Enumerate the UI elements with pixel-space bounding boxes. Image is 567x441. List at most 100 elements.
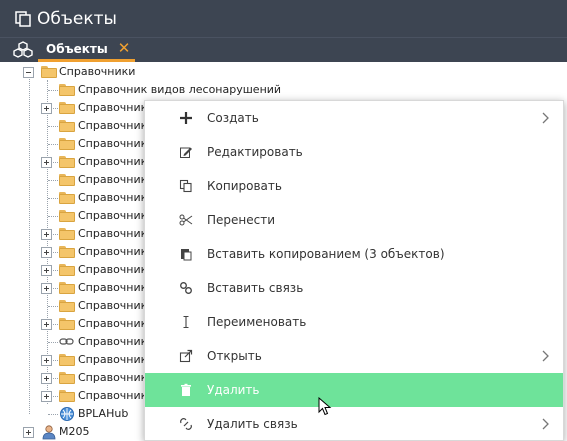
expand-icon[interactable] <box>41 391 52 402</box>
tab-bar: Объекты ✕ <box>0 37 567 62</box>
tree-item-label: Справочник <box>78 101 148 114</box>
expand-icon[interactable] <box>41 355 52 366</box>
expand-icon[interactable] <box>41 247 52 258</box>
close-icon[interactable]: ✕ <box>117 39 131 57</box>
menu-item-edit[interactable]: Редактировать <box>145 135 563 169</box>
tree-connector <box>48 144 58 145</box>
expand-icon[interactable] <box>41 229 52 240</box>
tree-row[interactable]: Справочники <box>0 63 567 81</box>
menu-item-open[interactable]: Открыть <box>145 339 563 373</box>
folder-icon <box>59 156 75 168</box>
folder-icon <box>59 138 75 150</box>
link-icon <box>59 338 74 345</box>
user-icon <box>42 425 56 440</box>
chevron-right-icon <box>542 112 549 124</box>
scissors-icon <box>179 214 193 226</box>
tree-item-label: Справочник <box>78 155 148 168</box>
text-cursor-icon <box>183 315 189 329</box>
expand-icon[interactable] <box>41 283 52 294</box>
folder-icon <box>59 210 75 222</box>
tree-item-label: Справочник <box>78 389 148 402</box>
menu-item-label: Перенести <box>207 213 276 227</box>
unlink-icon <box>180 418 192 430</box>
menu-item-label: Удалить связь <box>207 417 298 431</box>
expand-icon[interactable] <box>23 427 34 438</box>
tree-connector <box>48 306 58 307</box>
tree-item-label: Справочник <box>78 299 148 312</box>
tree-connector <box>48 180 58 181</box>
tree-item-label: Справочники <box>59 65 136 78</box>
open-icon <box>179 349 193 363</box>
copy-icon <box>179 179 192 193</box>
hub-icon <box>60 407 74 421</box>
tree-item-label: Справочник <box>78 263 148 276</box>
tree-item-label: Справочник видов лесонарушений <box>78 83 282 96</box>
tree-item-label: Справочник <box>78 173 148 186</box>
folder-icon <box>59 300 75 312</box>
tab-objects-label: Объекты <box>46 42 108 56</box>
tree-connector <box>48 216 58 217</box>
menu-item-copy[interactable]: Копировать <box>145 169 563 203</box>
tree-connector <box>48 414 58 415</box>
window-copy-icon <box>15 11 31 27</box>
folder-icon <box>59 354 75 366</box>
window-title: Объекты <box>37 9 117 29</box>
tree-item-label: Справочник <box>78 353 148 366</box>
expand-icon[interactable] <box>41 103 52 114</box>
expand-icon[interactable] <box>41 157 52 168</box>
window-titlebar: Объекты <box>0 0 567 37</box>
plus-icon <box>180 112 192 124</box>
menu-item-label: Копировать <box>207 179 282 193</box>
folder-icon <box>59 228 75 240</box>
menu-item-scissors[interactable]: Перенести <box>145 203 563 237</box>
folder-icon <box>41 66 57 78</box>
context-menu: Создать Редактировать Копировать Перенести В… <box>144 100 564 441</box>
tree-item-label: Справочник <box>78 245 148 258</box>
folder-icon <box>59 120 75 132</box>
chevron-right-icon <box>542 350 549 362</box>
expand-icon[interactable] <box>41 265 52 276</box>
menu-item-label: Вставить связь <box>207 281 304 295</box>
folder-icon <box>59 174 75 186</box>
menu-item-label: Открыть <box>207 349 262 363</box>
folder-icon <box>59 318 75 330</box>
tree-item-label: Справочник <box>78 137 148 150</box>
menu-item-label: Переименовать <box>207 315 307 329</box>
folder-icon <box>59 192 75 204</box>
tree-connector <box>48 126 58 127</box>
tree-connector <box>48 90 58 91</box>
tree-item-label: Справочник <box>78 317 148 330</box>
menu-item-label: Создать <box>207 111 259 125</box>
tree-item-label: M205 <box>59 425 90 438</box>
tree-connector <box>48 342 58 343</box>
tree-item-label: Справочник <box>78 119 148 132</box>
trash-icon <box>181 383 191 396</box>
tree-row[interactable]: Справочник видов лесонарушений <box>0 81 567 99</box>
menu-item-unlink[interactable]: Удалить связь <box>145 407 563 441</box>
tree-item-label: Справочник <box>78 281 148 294</box>
menu-item-label: Удалить <box>207 383 260 397</box>
edit-icon <box>180 147 192 158</box>
tree-item-label: Справочник <box>78 371 148 384</box>
menu-item-label: Вставить копированием (3 объектов) <box>207 247 445 261</box>
folder-icon <box>59 282 75 294</box>
collapse-icon[interactable] <box>23 67 34 78</box>
folder-icon <box>59 372 75 384</box>
tree-item-label: Справочник <box>78 209 148 222</box>
menu-item-plus[interactable]: Создать <box>145 101 563 135</box>
expand-icon[interactable] <box>41 373 52 384</box>
menu-item-paste[interactable]: Вставить копированием (3 объектов) <box>145 237 563 271</box>
tree-item-label: Справочник <box>78 191 148 204</box>
paste-icon <box>181 249 192 261</box>
link-icon <box>180 282 192 294</box>
menu-item-label: Редактировать <box>207 145 303 159</box>
menu-item-trash[interactable]: Удалить <box>145 373 563 407</box>
menu-item-link[interactable]: Вставить связь <box>145 271 563 305</box>
folder-icon <box>59 264 75 276</box>
tree-connector <box>48 198 58 199</box>
tree-item-label: Справочник <box>78 335 148 348</box>
tree-item-label: BPLAHub <box>78 407 129 420</box>
menu-item-text-cursor[interactable]: Переименовать <box>145 305 563 339</box>
expand-icon[interactable] <box>41 319 52 330</box>
chevron-right-icon <box>542 418 549 430</box>
